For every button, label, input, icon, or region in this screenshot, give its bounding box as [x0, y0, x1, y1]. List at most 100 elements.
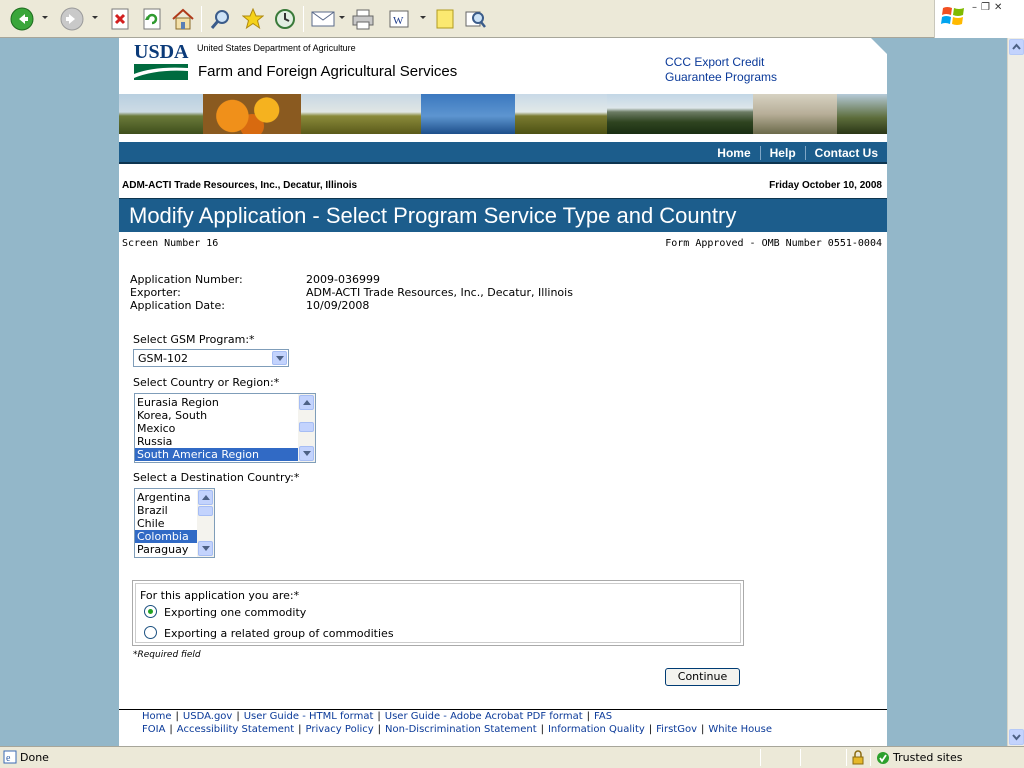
mail-icon[interactable]	[310, 5, 336, 33]
organization-name: ADM-ACTI Trade Resources, Inc., Decatur,…	[122, 180, 358, 191]
destination-country-listbox[interactable]: Argentina Brazil Chile Colombia Paraguay	[134, 488, 215, 558]
radio-one-commodity[interactable]	[144, 605, 157, 618]
mail-dropdown-icon[interactable]	[339, 16, 345, 19]
radio-one-commodity-label[interactable]: Exporting one commodity	[164, 606, 306, 619]
research-icon[interactable]	[462, 5, 488, 33]
browser-status-bar: e Done Trusted sites	[0, 746, 1024, 768]
banner-photo-canoe	[421, 94, 515, 134]
footer-link-foia[interactable]: FOIA	[142, 724, 165, 735]
scroll-up-icon[interactable]	[198, 490, 213, 505]
edit-icon[interactable]: W	[386, 5, 412, 33]
edit-dropdown-icon[interactable]	[420, 16, 426, 19]
scroll-up-icon[interactable]	[1009, 39, 1024, 55]
footer-link-accessibility[interactable]: Accessibility Statement	[177, 724, 294, 735]
lock-icon	[852, 750, 864, 768]
banner-photo-plains	[301, 94, 421, 134]
banner-photo-mountain	[607, 94, 753, 134]
country-region-label: Select Country or Region:*	[133, 376, 280, 389]
discuss-icon[interactable]	[432, 5, 458, 33]
scroll-down-icon[interactable]	[1009, 729, 1024, 745]
region-option[interactable]: Russia	[135, 435, 315, 448]
footer-link-info-quality[interactable]: Information Quality	[548, 724, 645, 735]
header-corner	[871, 38, 887, 54]
region-option-selected[interactable]: South America Region	[135, 448, 298, 461]
footer-link-whitehouse[interactable]: White House	[708, 724, 772, 735]
banner-photo-field	[119, 94, 203, 134]
region-option[interactable]: Eurasia Region	[135, 396, 315, 409]
photo-banner	[119, 94, 887, 134]
site-header: USDA United States Department of Agricul…	[119, 38, 887, 94]
page-scrollbar[interactable]	[1007, 38, 1024, 746]
scroll-down-icon[interactable]	[198, 541, 213, 556]
gsm-program-label: Select GSM Program:*	[133, 333, 255, 346]
search-icon[interactable]	[208, 5, 234, 33]
close-icon[interactable]: ✕	[994, 2, 1002, 13]
footer-link-nondiscrimination[interactable]: Non-Discrimination Statement	[385, 724, 537, 735]
window-controls: – ❐ ✕	[972, 2, 1002, 13]
region-option[interactable]: Mexico	[135, 422, 315, 435]
security-zone: Trusted sites	[893, 751, 963, 764]
scroll-thumb[interactable]	[198, 506, 213, 516]
forward-icon[interactable]	[58, 5, 86, 33]
favorites-icon[interactable]	[240, 5, 266, 33]
back-icon[interactable]	[8, 5, 36, 33]
banner-photo-trees	[837, 94, 887, 134]
nav-contact-us[interactable]: Contact Us	[804, 146, 887, 160]
program-name[interactable]: CCC Export Credit Guarantee Programs	[665, 55, 777, 85]
exporter-value: ADM-ACTI Trade Resources, Inc., Decatur,…	[306, 286, 573, 299]
footer-link-guide-pdf[interactable]: User Guide - Adobe Acrobat PDF format	[385, 711, 583, 722]
scroll-thumb[interactable]	[299, 422, 314, 432]
continue-button[interactable]: Continue	[665, 668, 740, 686]
status-text: Done	[20, 751, 49, 764]
exporter-label: Exporter:	[130, 286, 181, 299]
destination-option-selected[interactable]: Colombia	[135, 530, 197, 543]
application-date-value: 10/09/2008	[306, 299, 370, 312]
page-icon: e	[3, 750, 17, 767]
footer-link-privacy[interactable]: Privacy Policy	[306, 724, 374, 735]
footer-link-firstgov[interactable]: FirstGov	[656, 724, 697, 735]
radio-group-commodities[interactable]	[144, 626, 157, 639]
history-icon[interactable]	[272, 5, 298, 33]
back-dropdown-icon[interactable]	[42, 16, 48, 19]
footer-row-2: FOIA | Accessibility Statement | Privacy Pol…	[142, 724, 772, 735]
application-date-label: Application Date:	[130, 299, 225, 312]
home-icon[interactable]	[170, 5, 196, 33]
restore-icon[interactable]: ❐	[981, 2, 990, 13]
required-field-note: *Required field	[133, 650, 201, 660]
application-type-fieldset: For this application you are:* Exporting…	[132, 580, 744, 646]
destination-country-label: Select a Destination Country:*	[133, 471, 300, 484]
destination-scrollbar[interactable]	[197, 489, 214, 557]
current-date: Friday October 10, 2008	[769, 180, 882, 191]
svg-text:W: W	[393, 15, 404, 27]
scroll-down-icon[interactable]	[299, 446, 314, 461]
department-name: United States Department of Agriculture	[197, 43, 356, 53]
forward-dropdown-icon[interactable]	[92, 16, 98, 19]
scroll-up-icon[interactable]	[299, 395, 314, 410]
minimize-icon[interactable]: –	[972, 2, 977, 13]
region-option[interactable]: Korea, South	[135, 409, 315, 422]
svg-text:e: e	[6, 753, 11, 764]
stop-icon[interactable]	[108, 5, 132, 33]
browser-toolbar: W – ❐ ✕	[0, 0, 1024, 38]
screen-number: Screen Number 16	[122, 238, 219, 249]
footer-link-home[interactable]: Home	[142, 711, 172, 722]
chevron-down-icon[interactable]	[272, 351, 287, 365]
nav-home[interactable]: Home	[708, 146, 759, 160]
footer-link-fas[interactable]: FAS	[594, 711, 612, 722]
refresh-icon[interactable]	[140, 5, 164, 33]
footer-link-guide-html[interactable]: User Guide - HTML format	[244, 711, 374, 722]
gsm-program-select[interactable]: GSM-102	[133, 349, 289, 367]
print-icon[interactable]	[350, 5, 376, 33]
banner-photo-produce	[203, 94, 301, 134]
radio-group-commodities-label[interactable]: Exporting a related group of commodities	[164, 627, 394, 640]
application-type-legend: For this application you are:*	[140, 589, 300, 602]
usda-logo[interactable]: USDA	[134, 42, 188, 80]
application-number-value: 2009-036999	[306, 273, 380, 286]
footer-link-usda[interactable]: USDA.gov	[183, 711, 232, 722]
region-scrollbar[interactable]	[298, 394, 315, 462]
banner-photo-people	[753, 94, 837, 134]
nav-help[interactable]: Help	[759, 146, 805, 160]
omb-number: Form Approved - OMB Number 0551-0004	[665, 238, 882, 249]
country-region-listbox[interactable]: Eurasia Region Korea, South Mexico Russi…	[134, 393, 316, 463]
page-content: USDA United States Department of Agricul…	[119, 38, 887, 746]
